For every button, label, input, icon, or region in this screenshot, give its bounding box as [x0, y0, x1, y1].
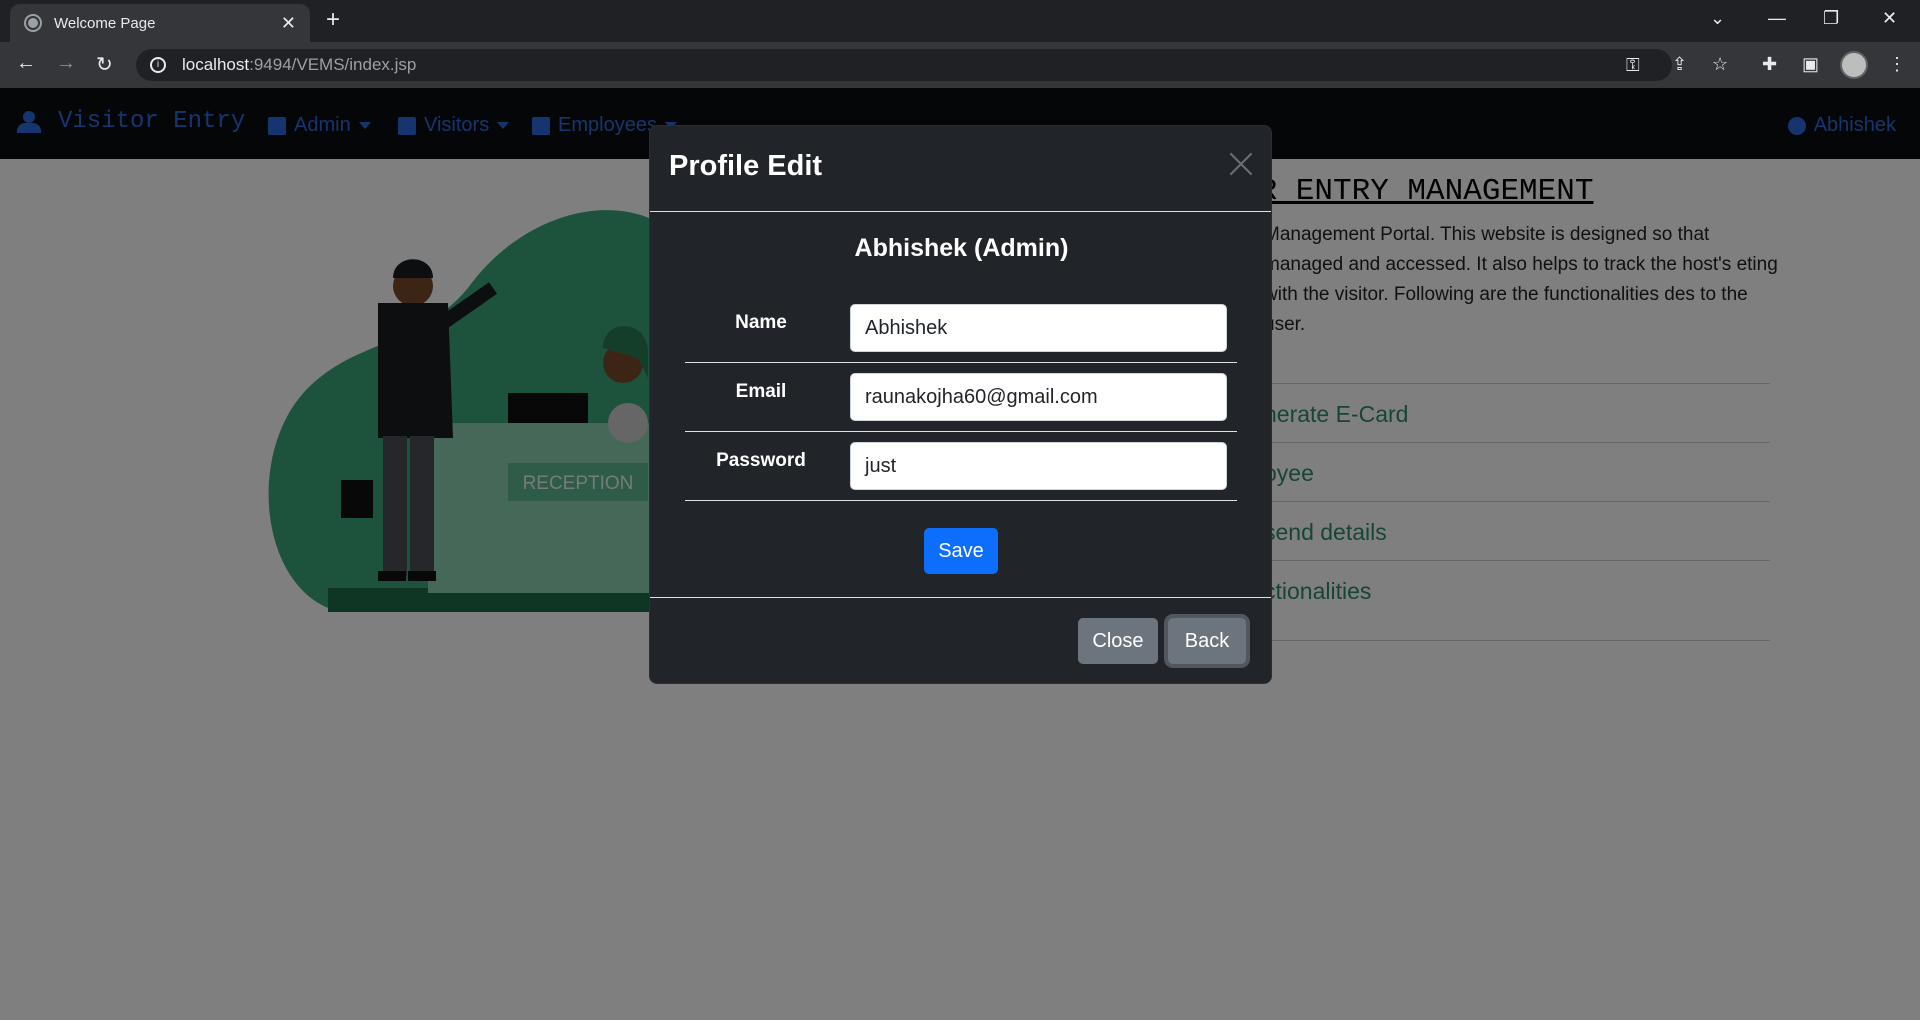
window-close-icon[interactable]: ✕	[1882, 8, 1897, 29]
address-bar-row: ← → ↻ i localhost:9494/VEMS/index.jsp ⚿ …	[0, 42, 1920, 88]
key-icon[interactable]: ⚿	[1626, 55, 1640, 76]
share-icon[interactable]: ⇪	[1672, 54, 1687, 75]
forward-arrow-icon[interactable]: →	[56, 52, 76, 75]
extensions-icon[interactable]: ✚	[1762, 54, 1777, 75]
name-row: Name Abhishek	[685, 294, 1237, 363]
restore-icon[interactable]: ❐	[1823, 8, 1839, 29]
password-field[interactable]: just	[850, 442, 1227, 490]
tab-close-icon[interactable]: ✕	[281, 13, 296, 34]
modal-body: Abhishek (Admin) Name Abhishek Email rau…	[650, 212, 1271, 598]
side-panel-icon[interactable]: ▣	[1802, 54, 1819, 75]
back-button[interactable]: Back	[1168, 618, 1246, 664]
browser-menu-icon[interactable]: ⋮	[1888, 54, 1906, 75]
name-label: Name	[735, 312, 787, 333]
password-row: Password just	[685, 432, 1237, 501]
minimize-icon[interactable]: —	[1768, 8, 1786, 29]
browser-tab-strip: Welcome Page ✕ + ⌄ — ❐ ✕	[0, 0, 1920, 42]
modal-title: Profile Edit	[669, 150, 823, 182]
modal-header: Profile Edit	[650, 126, 1271, 212]
tab-title: Welcome Page	[54, 14, 156, 32]
site-info-icon[interactable]: i	[150, 57, 166, 73]
profile-name: Abhishek (Admin)	[854, 234, 1069, 262]
save-button[interactable]: Save	[924, 528, 998, 574]
reload-icon[interactable]: ↻	[96, 52, 113, 77]
url-field[interactable]: i localhost:9494/VEMS/index.jsp ⚿	[136, 49, 1672, 81]
globe-icon	[24, 14, 42, 32]
new-tab-icon[interactable]: +	[326, 8, 340, 32]
email-row: Email raunakojha60@gmail.com	[685, 363, 1237, 432]
url-host: localhost	[182, 55, 250, 74]
close-icon[interactable]	[1229, 152, 1253, 176]
browser-tab[interactable]: Welcome Page ✕	[10, 4, 310, 42]
email-field[interactable]: raunakojha60@gmail.com	[850, 373, 1227, 421]
profile-edit-modal: Profile Edit Abhishek (Admin) Name Abhis…	[649, 125, 1272, 684]
bookmark-star-icon[interactable]: ☆	[1712, 54, 1728, 75]
email-label: Email	[735, 381, 787, 402]
url-path: :9494/VEMS/index.jsp	[249, 55, 417, 74]
modal-footer: Close Back	[650, 598, 1271, 684]
password-label: Password	[716, 450, 806, 471]
tab-search-icon[interactable]: ⌄	[1710, 8, 1725, 29]
name-field[interactable]: Abhishek	[850, 304, 1227, 352]
close-button[interactable]: Close	[1078, 618, 1158, 664]
browser-profile-avatar[interactable]	[1840, 51, 1868, 79]
back-arrow-icon[interactable]: ←	[16, 52, 36, 75]
